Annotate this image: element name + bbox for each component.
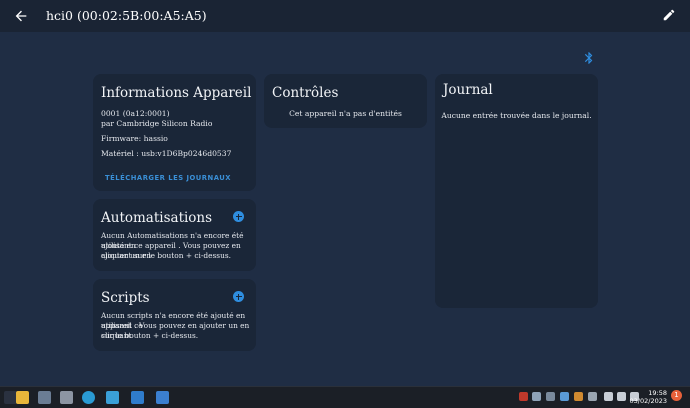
notification-badge[interactable]: 1	[671, 390, 682, 401]
wifi-icon[interactable]	[604, 392, 613, 401]
device-hardware: Matériel : usb:v1D6Bp0246d0537	[101, 149, 232, 158]
device-firmware: Firmware: hassio	[101, 134, 168, 143]
controls-empty-text: Cet appareil n'a pas d'entités	[289, 109, 402, 118]
automations-card: Automatisations Aucun Automatisations n'…	[93, 199, 256, 271]
controls-card: Contrôles Cet appareil n'a pas d'entités	[264, 74, 427, 128]
journal-empty-text: Aucune entrée trouvée dans le journal.	[441, 111, 592, 120]
page-title: hci0 (00:02:5B:00:A5:A5)	[46, 8, 207, 23]
tray-icon-5[interactable]	[574, 392, 583, 401]
tray-icon-3[interactable]	[546, 392, 555, 401]
device-info-title: Informations Appareil	[101, 85, 252, 101]
volume-icon[interactable]	[617, 392, 626, 401]
file-explorer-icon[interactable]	[16, 391, 29, 404]
clock-date: 03/02/2023	[629, 397, 667, 405]
app-icon-3[interactable]	[106, 391, 119, 404]
add-script-button[interactable]	[233, 291, 244, 302]
journal-card: Journal Aucune entrée trouvée dans le jo…	[435, 74, 598, 308]
tray-icon-1[interactable]	[519, 392, 528, 401]
vscode-icon[interactable]	[131, 391, 144, 404]
back-arrow-icon[interactable]	[13, 8, 29, 24]
tray-icon-6[interactable]	[588, 392, 597, 401]
journal-title: Journal	[443, 82, 493, 98]
device-info-card: Informations Appareil 0001 (0a12:0001) p…	[93, 74, 256, 191]
pencil-icon[interactable]	[662, 8, 676, 22]
device-manufacturer: par Cambridge Silicon Radio	[101, 119, 213, 128]
bluetooth-icon	[584, 52, 593, 64]
app-header: hci0 (00:02:5B:00:A5:A5)	[0, 0, 690, 32]
tray-icon-4[interactable]	[560, 392, 569, 401]
automations-title: Automatisations	[101, 210, 213, 226]
automations-empty-line-3: cliquant sur le bouton + ci-dessus.	[101, 251, 231, 260]
app-icon-2[interactable]	[60, 391, 73, 404]
taskbar: 19:58 03/02/2023	[0, 386, 690, 408]
edge-browser-icon[interactable]	[82, 391, 95, 404]
app-icon-v2[interactable]	[156, 391, 169, 404]
device-model: 0001 (0a12:0001)	[101, 109, 170, 118]
scripts-empty-line-3: sur le bouton + ci-dessus.	[101, 331, 199, 340]
controls-title: Contrôles	[272, 85, 339, 101]
scripts-card: Scripts Aucun scripts n'a encore été ajo…	[93, 279, 256, 351]
tray-icon-2[interactable]	[532, 392, 541, 401]
clock-time: 19:58	[648, 389, 667, 397]
add-automation-button[interactable]	[233, 211, 244, 222]
scripts-title: Scripts	[101, 290, 150, 306]
download-logs-button[interactable]: TÉLÉCHARGER LES JOURNAUX	[105, 174, 231, 182]
app-icon-1[interactable]	[38, 391, 51, 404]
taskbar-clock[interactable]: 19:58 03/02/2023	[630, 389, 667, 405]
